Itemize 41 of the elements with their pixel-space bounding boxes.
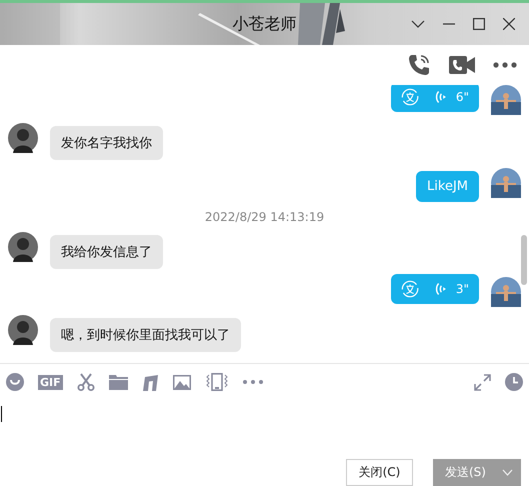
voice-message[interactable]: 6" [391,85,479,112]
timestamp: 2022/8/29 14:13:19 [204,210,326,224]
scrollbar[interactable] [521,235,527,285]
send-button[interactable]: 发送(S) [433,459,521,486]
message-bubble: LikeJM [416,171,479,202]
video-call-icon[interactable] [449,55,475,75]
avatar[interactable] [491,85,521,115]
avatar[interactable] [8,123,38,153]
vibrate-icon[interactable] [204,373,229,391]
music-note-icon[interactable] [142,374,159,390]
voice-message[interactable]: 3" [391,274,479,304]
folder-icon[interactable] [108,374,128,390]
image-icon[interactable] [172,374,191,390]
more-icon[interactable] [242,380,263,384]
expand-icon[interactable] [474,374,491,390]
message-bubble: 我给你发信息了 [50,235,163,269]
translate-icon[interactable] [401,279,420,299]
translate-icon[interactable] [401,87,420,107]
gif-button[interactable]: GIF [38,374,63,390]
window-title: 小苍老师 [232,14,296,34]
dropdown-icon[interactable] [411,19,425,29]
message-bubble: 嗯，到时候你里面找我可以了 [50,318,241,352]
voice-duration: 3" [456,282,469,296]
history-clock-icon[interactable] [505,373,523,391]
phone-icon[interactable] [407,53,431,77]
voice-wave-icon [435,90,448,104]
message-bubble: 发你名字我找你 [50,126,163,160]
avatar[interactable] [491,168,521,198]
maximize-icon[interactable] [473,18,485,30]
avatar[interactable] [8,232,38,262]
avatar[interactable] [8,315,38,345]
more-icon[interactable] [493,62,517,68]
minimize-icon[interactable] [443,23,455,25]
avatar[interactable] [491,277,521,307]
emoji-icon[interactable] [6,373,24,391]
close-button[interactable]: 关闭(C) [346,459,413,486]
close-icon[interactable] [503,18,515,30]
voice-duration: 6" [456,90,469,104]
caret-icon[interactable] [502,469,513,476]
scissors-icon[interactable] [76,373,95,391]
voice-wave-icon [435,282,448,296]
